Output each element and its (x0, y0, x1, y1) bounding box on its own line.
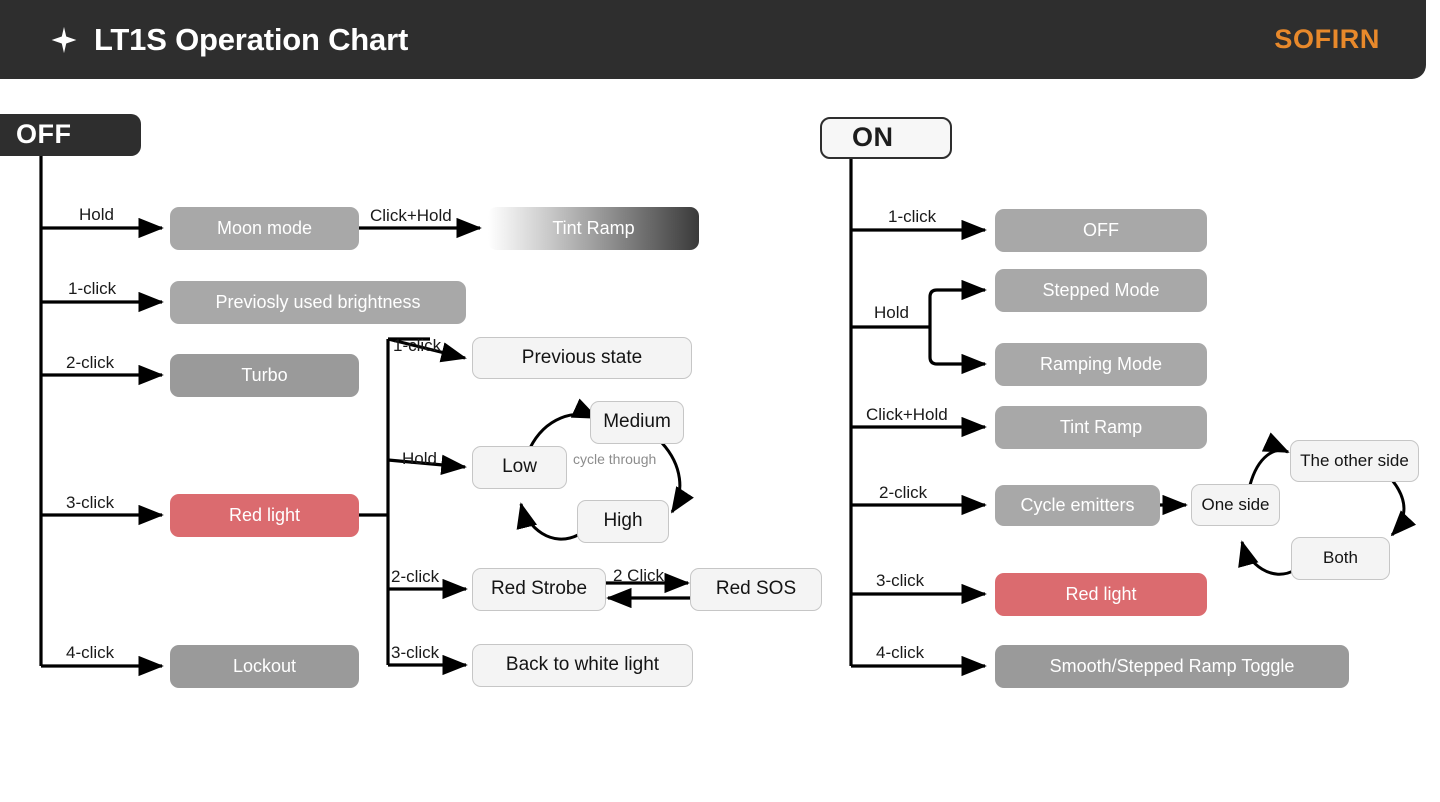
cycle-through-label: cycle through (573, 452, 656, 467)
state-badge-off: OFF (0, 114, 141, 156)
node-high[interactable]: High (577, 500, 669, 543)
edge-label-on-hold: Hold (874, 303, 909, 322)
node-one-side[interactable]: One side (1191, 484, 1280, 526)
edge-label-red-hold: Hold (402, 449, 437, 468)
edge-label-strobe-2-click: 2 Click (613, 566, 665, 585)
node-low[interactable]: Low (472, 446, 567, 489)
node-ramping-mode[interactable]: Ramping Mode (995, 343, 1207, 386)
header-bar: LT1S Operation Chart SOFIRN (0, 0, 1426, 79)
node-cycle-emitters[interactable]: Cycle emitters (995, 485, 1160, 526)
edge-label-off-1-click: 1-click (68, 279, 117, 298)
edge-label-moon-click-hold: Click+Hold (370, 206, 452, 225)
cycle-through-text: cycle through (573, 451, 657, 467)
node-red-strobe[interactable]: Red Strobe (472, 568, 606, 611)
edge-label-red-1-click: 1-click (393, 336, 442, 355)
sparkle-icon (51, 26, 77, 53)
node-red-sos[interactable]: Red SOS (690, 568, 822, 611)
node-previous-state[interactable]: Previous state (472, 337, 692, 379)
node-stepped-mode[interactable]: Stepped Mode (995, 269, 1207, 312)
edge-label-on-4-click: 4-click (876, 643, 925, 662)
edge-label-on-2-click: 2-click (879, 483, 928, 502)
edge-label-red-2-click: 2-click (391, 567, 440, 586)
edge-label-off-4-click: 4-click (66, 643, 115, 662)
node-smooth-stepped-ramp-toggle[interactable]: Smooth/Stepped Ramp Toggle (995, 645, 1349, 688)
edge-label-red-3-click: 3-click (391, 643, 440, 662)
edge-label-off-hold: Hold (79, 205, 114, 224)
brand-logo: SOFIRN (1274, 24, 1380, 54)
node-both[interactable]: Both (1291, 537, 1390, 580)
node-moon-mode[interactable]: Moon mode (170, 207, 359, 250)
node-back-to-white-light[interactable]: Back to white light (472, 644, 693, 687)
node-tint-ramp-off[interactable]: Tint Ramp (488, 207, 699, 250)
node-tint-ramp-on[interactable]: Tint Ramp (995, 406, 1207, 449)
node-the-other-side[interactable]: The other side (1290, 440, 1419, 482)
operation-chart-canvas: LT1S Operation Chart SOFIRN OFF Hold 1-c… (0, 0, 1440, 802)
edge-label-off-3-click: 3-click (66, 493, 115, 512)
node-off-on-column[interactable]: OFF (995, 209, 1207, 252)
edge-label-on-3-click: 3-click (876, 571, 925, 590)
node-medium[interactable]: Medium (590, 401, 684, 444)
state-badge-on: ON (820, 117, 952, 159)
edge-label-on-1-click: 1-click (888, 207, 937, 226)
edge-label-on-click-hold: Click+Hold (866, 405, 948, 424)
node-previously-used-brightness[interactable]: Previosly used brightness (170, 281, 466, 324)
node-red-light-off[interactable]: Red light (170, 494, 359, 537)
page-title: LT1S Operation Chart (94, 21, 409, 57)
node-red-light-on[interactable]: Red light (995, 573, 1207, 616)
node-lockout[interactable]: Lockout (170, 645, 359, 688)
node-turbo[interactable]: Turbo (170, 354, 359, 397)
edge-label-off-2-click: 2-click (66, 353, 115, 372)
